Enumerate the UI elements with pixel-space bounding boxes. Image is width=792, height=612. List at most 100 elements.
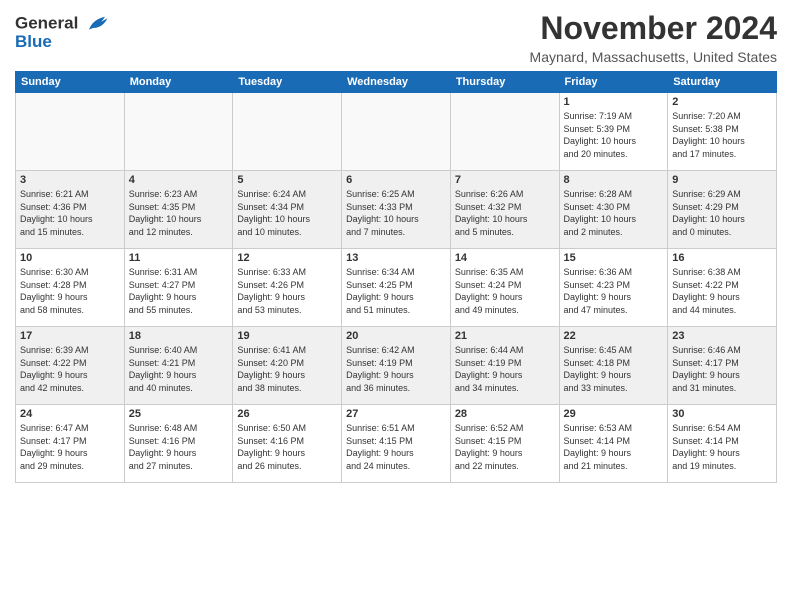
cell-2-3: 13 Sunrise: 6:34 AM Sunset: 4:25 PM Dayli… (342, 249, 451, 327)
col-thursday: Thursday (450, 72, 559, 93)
month-title: November 2024 (530, 10, 777, 47)
day-number: 22 (564, 330, 664, 342)
cell-1-0: 3 Sunrise: 6:21 AM Sunset: 4:36 PM Daylig… (16, 171, 125, 249)
day-number: 17 (20, 330, 120, 342)
day-number: 5 (237, 174, 337, 186)
day-info: Sunrise: 6:48 AM Sunset: 4:16 PM Dayligh… (129, 422, 229, 472)
day-number: 2 (672, 96, 772, 108)
logo-line2: Blue (15, 32, 109, 52)
cell-0-5: 1 Sunrise: 7:19 AM Sunset: 5:39 PM Daylig… (559, 93, 668, 171)
day-number: 18 (129, 330, 229, 342)
day-info: Sunrise: 6:35 AM Sunset: 4:24 PM Dayligh… (455, 266, 555, 316)
day-number: 28 (455, 408, 555, 420)
cell-0-2 (233, 93, 342, 171)
day-info: Sunrise: 6:29 AM Sunset: 4:29 PM Dayligh… (672, 188, 772, 238)
day-info: Sunrise: 6:40 AM Sunset: 4:21 PM Dayligh… (129, 344, 229, 394)
day-info: Sunrise: 6:51 AM Sunset: 4:15 PM Dayligh… (346, 422, 446, 472)
day-number: 24 (20, 408, 120, 420)
day-info: Sunrise: 6:21 AM Sunset: 4:36 PM Dayligh… (20, 188, 120, 238)
day-info: Sunrise: 6:34 AM Sunset: 4:25 PM Dayligh… (346, 266, 446, 316)
day-number: 27 (346, 408, 446, 420)
day-number: 23 (672, 330, 772, 342)
day-info: Sunrise: 6:52 AM Sunset: 4:15 PM Dayligh… (455, 422, 555, 472)
day-number: 20 (346, 330, 446, 342)
cell-1-1: 4Sunrise: 6:23 AM Sunset: 4:35 PM Daylig… (124, 171, 233, 249)
cell-3-5: 22 Sunrise: 6:45 AM Sunset: 4:18 PM Dayli… (559, 327, 668, 405)
day-info: Sunrise: 7:20 AM Sunset: 5:38 PM Dayligh… (672, 110, 772, 160)
day-info: Sunrise: 6:26 AM Sunset: 4:32 PM Dayligh… (455, 188, 555, 238)
day-number: 3 (20, 174, 120, 186)
day-number: 21 (455, 330, 555, 342)
day-info: Sunrise: 6:24 AM Sunset: 4:34 PM Dayligh… (237, 188, 337, 238)
logo-bird-icon (85, 14, 109, 34)
day-number: 6 (346, 174, 446, 186)
cell-2-1: 11 Sunrise: 6:31 AM Sunset: 4:27 PM Dayli… (124, 249, 233, 327)
logo-line1: General (15, 13, 78, 32)
day-number: 25 (129, 408, 229, 420)
day-info: Sunrise: 6:36 AM Sunset: 4:23 PM Dayligh… (564, 266, 664, 316)
title-area: November 2024 Maynard, Massachusetts, Un… (530, 10, 777, 65)
cell-4-0: 24 Sunrise: 6:47 AM Sunset: 4:17 PM Dayli… (16, 405, 125, 483)
cell-1-6: 9 Sunrise: 6:29 AM Sunset: 4:29 PM Daylig… (668, 171, 777, 249)
calendar-row-2: 10Sunrise: 6:30 AM Sunset: 4:28 PM Dayli… (16, 249, 777, 327)
cell-3-3: 20 Sunrise: 6:42 AM Sunset: 4:19 PM Dayli… (342, 327, 451, 405)
cell-2-2: 12 Sunrise: 6:33 AM Sunset: 4:26 PM Dayli… (233, 249, 342, 327)
cell-0-6: 2 Sunrise: 7:20 AM Sunset: 5:38 PM Daylig… (668, 93, 777, 171)
calendar-row-4: 24 Sunrise: 6:47 AM Sunset: 4:17 PM Dayli… (16, 405, 777, 483)
day-info: Sunrise: 6:38 AM Sunset: 4:22 PM Dayligh… (672, 266, 772, 316)
day-number: 12 (237, 252, 337, 264)
day-info: Sunrise: 6:45 AM Sunset: 4:18 PM Dayligh… (564, 344, 664, 394)
cell-2-4: 14 Sunrise: 6:35 AM Sunset: 4:24 PM Dayli… (450, 249, 559, 327)
col-sunday: Sunday (16, 72, 125, 93)
day-number: 13 (346, 252, 446, 264)
day-number: 9 (672, 174, 772, 186)
cell-0-3 (342, 93, 451, 171)
cell-2-0: 10Sunrise: 6:30 AM Sunset: 4:28 PM Dayli… (16, 249, 125, 327)
col-wednesday: Wednesday (342, 72, 451, 93)
calendar-page: General Blue November 2024 Maynard, Mass… (0, 0, 792, 612)
cell-1-4: 7 Sunrise: 6:26 AM Sunset: 4:32 PM Daylig… (450, 171, 559, 249)
day-number: 19 (237, 330, 337, 342)
day-info: Sunrise: 6:54 AM Sunset: 4:14 PM Dayligh… (672, 422, 772, 472)
day-number: 10 (20, 252, 120, 264)
day-info: Sunrise: 6:31 AM Sunset: 4:27 PM Dayligh… (129, 266, 229, 316)
day-info: Sunrise: 6:28 AM Sunset: 4:30 PM Dayligh… (564, 188, 664, 238)
day-info: Sunrise: 6:50 AM Sunset: 4:16 PM Dayligh… (237, 422, 337, 472)
location-title: Maynard, Massachusetts, United States (530, 49, 777, 65)
day-info: Sunrise: 6:46 AM Sunset: 4:17 PM Dayligh… (672, 344, 772, 394)
cell-3-0: 17Sunrise: 6:39 AM Sunset: 4:22 PM Dayli… (16, 327, 125, 405)
cell-0-0 (16, 93, 125, 171)
cell-2-6: 16 Sunrise: 6:38 AM Sunset: 4:22 PM Dayli… (668, 249, 777, 327)
day-info: Sunrise: 6:33 AM Sunset: 4:26 PM Dayligh… (237, 266, 337, 316)
day-number: 14 (455, 252, 555, 264)
day-info: Sunrise: 7:19 AM Sunset: 5:39 PM Dayligh… (564, 110, 664, 160)
cell-0-1 (124, 93, 233, 171)
day-info: Sunrise: 6:41 AM Sunset: 4:20 PM Dayligh… (237, 344, 337, 394)
col-saturday: Saturday (668, 72, 777, 93)
calendar-row-3: 17Sunrise: 6:39 AM Sunset: 4:22 PM Dayli… (16, 327, 777, 405)
cell-3-1: 18 Sunrise: 6:40 AM Sunset: 4:21 PM Dayli… (124, 327, 233, 405)
day-number: 7 (455, 174, 555, 186)
cell-4-3: 27 Sunrise: 6:51 AM Sunset: 4:15 PM Dayli… (342, 405, 451, 483)
day-number: 16 (672, 252, 772, 264)
day-number: 15 (564, 252, 664, 264)
calendar-table: Sunday Monday Tuesday Wednesday Thursday… (15, 71, 777, 483)
header: General Blue November 2024 Maynard, Mass… (15, 10, 777, 65)
day-number: 11 (129, 252, 229, 264)
cell-1-3: 6Sunrise: 6:25 AM Sunset: 4:33 PM Daylig… (342, 171, 451, 249)
day-number: 1 (564, 96, 664, 108)
cell-2-5: 15 Sunrise: 6:36 AM Sunset: 4:23 PM Dayli… (559, 249, 668, 327)
day-number: 30 (672, 408, 772, 420)
col-tuesday: Tuesday (233, 72, 342, 93)
col-monday: Monday (124, 72, 233, 93)
day-info: Sunrise: 6:42 AM Sunset: 4:19 PM Dayligh… (346, 344, 446, 394)
day-info: Sunrise: 6:47 AM Sunset: 4:17 PM Dayligh… (20, 422, 120, 472)
logo: General Blue (15, 14, 109, 52)
cell-0-4 (450, 93, 559, 171)
cell-4-2: 26Sunrise: 6:50 AM Sunset: 4:16 PM Dayli… (233, 405, 342, 483)
cell-4-6: 30 Sunrise: 6:54 AM Sunset: 4:14 PM Dayli… (668, 405, 777, 483)
cell-3-6: 23 Sunrise: 6:46 AM Sunset: 4:17 PM Dayli… (668, 327, 777, 405)
day-number: 8 (564, 174, 664, 186)
cell-3-2: 19 Sunrise: 6:41 AM Sunset: 4:20 PM Dayli… (233, 327, 342, 405)
col-friday: Friday (559, 72, 668, 93)
